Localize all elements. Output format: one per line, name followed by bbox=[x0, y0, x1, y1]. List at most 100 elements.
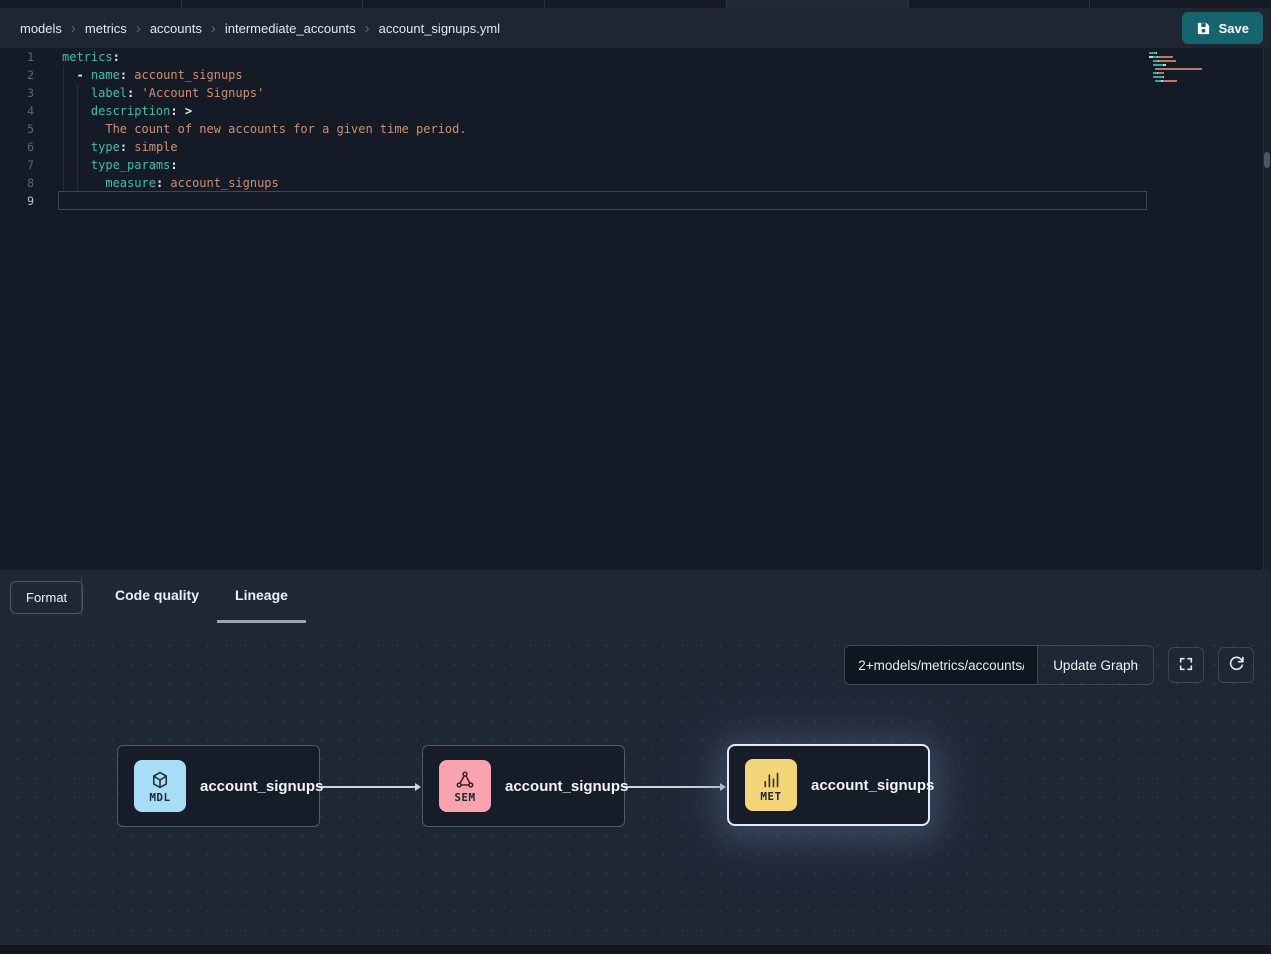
node-title: account_signups bbox=[200, 778, 323, 795]
editor-scrollbar[interactable] bbox=[1263, 48, 1271, 570]
top-tab[interactable] bbox=[363, 0, 544, 8]
chevron-right-icon: › bbox=[136, 21, 141, 36]
breadcrumb-item: models bbox=[20, 21, 62, 36]
top-tab[interactable] bbox=[545, 0, 726, 8]
indent-guide bbox=[63, 66, 64, 192]
top-tab-strip bbox=[0, 0, 1271, 8]
code-segment: : bbox=[120, 140, 134, 154]
breadcrumb: models›metrics›accounts›intermediate_acc… bbox=[20, 21, 500, 36]
indent-guide bbox=[77, 84, 78, 192]
refresh-button[interactable] bbox=[1218, 647, 1254, 683]
chevron-right-icon: › bbox=[365, 21, 370, 36]
node-type-badge: MET bbox=[745, 759, 797, 811]
scrollbar-thumb[interactable] bbox=[1264, 152, 1270, 168]
code-line: 6 type: simple bbox=[0, 138, 1271, 156]
code-segment: : bbox=[170, 104, 184, 118]
save-button[interactable]: Save bbox=[1182, 12, 1263, 44]
code-segment: : bbox=[120, 68, 134, 82]
code-line: 3 label: 'Account Signups' bbox=[0, 84, 1271, 102]
code-segment: type_params bbox=[91, 158, 170, 172]
graph-controls: Update Graph bbox=[844, 645, 1254, 685]
line-number: 3 bbox=[0, 84, 34, 102]
line-number: 1 bbox=[0, 48, 34, 66]
code-line: 5 The count of new accounts for a given … bbox=[0, 120, 1271, 138]
code-segment: description bbox=[91, 104, 170, 118]
lineage-edge bbox=[320, 786, 417, 788]
minimap-line bbox=[1149, 56, 1261, 58]
code-line: 8 measure: account_signups bbox=[0, 174, 1271, 192]
line-number: 9 bbox=[0, 192, 34, 210]
code-segment: account_signups bbox=[134, 68, 242, 82]
code-segment: - bbox=[62, 68, 91, 82]
bottom-panel: Format Code qualityLineage MDL account_si… bbox=[0, 570, 1271, 954]
top-tab[interactable] bbox=[0, 0, 181, 8]
code-text: metrics: bbox=[34, 48, 120, 66]
tab-code-quality[interactable]: Code quality bbox=[97, 570, 217, 623]
lineage-node-mdl[interactable]: MDL account_signups bbox=[117, 745, 320, 827]
lineage-node-sem[interactable]: SEM account_signups bbox=[422, 745, 625, 827]
code-segment: metrics bbox=[62, 50, 113, 64]
node-type-badge: SEM bbox=[439, 760, 491, 812]
lineage-node-met[interactable]: METaccount_signups bbox=[727, 744, 930, 826]
update-graph-button[interactable]: Update Graph bbox=[1037, 646, 1153, 684]
code-segment: : bbox=[170, 158, 177, 172]
tab-lineage[interactable]: Lineage bbox=[217, 570, 306, 623]
code-segment: label bbox=[91, 86, 127, 100]
code-text: The count of new accounts for a given ti… bbox=[34, 120, 467, 138]
minimap-line bbox=[1149, 84, 1261, 86]
save-floppy-icon bbox=[1196, 21, 1211, 36]
minimap-line bbox=[1149, 76, 1261, 78]
minimap-line bbox=[1149, 60, 1261, 62]
breadcrumb-item: accounts bbox=[150, 21, 202, 36]
node-type-label: SEM bbox=[454, 791, 475, 804]
lineage-selector-input[interactable] bbox=[845, 646, 1037, 684]
chevron-right-icon: › bbox=[211, 21, 216, 36]
minimap-line bbox=[1149, 64, 1261, 66]
breadcrumb-item: account_signups.yml bbox=[379, 21, 500, 36]
top-tab[interactable] bbox=[182, 0, 363, 8]
semantic-model-icon bbox=[455, 768, 475, 790]
top-tab[interactable] bbox=[909, 0, 1090, 8]
node-type-label: MET bbox=[760, 790, 781, 803]
node-title: account_signups bbox=[811, 777, 934, 794]
breadcrumb-bar: models›metrics›accounts›intermediate_acc… bbox=[0, 8, 1271, 48]
edge-arrowhead bbox=[415, 783, 421, 791]
code-text: type: simple bbox=[34, 138, 178, 156]
model-cube-icon bbox=[150, 768, 170, 790]
top-tab[interactable] bbox=[1090, 0, 1271, 8]
code-segment: : bbox=[127, 86, 141, 100]
code-segment bbox=[62, 176, 105, 190]
metric-chart-icon bbox=[761, 767, 781, 789]
line-number: 6 bbox=[0, 138, 34, 156]
line-number: 4 bbox=[0, 102, 34, 120]
code-text: measure: account_signups bbox=[34, 174, 279, 192]
chevron-right-icon: › bbox=[71, 21, 76, 36]
code-lines: 1metrics:2 - name: account_signups3 labe… bbox=[0, 48, 1271, 210]
node-type-badge: MDL bbox=[134, 760, 186, 812]
code-segment: The count of new accounts for a given ti… bbox=[105, 122, 466, 136]
minimap-line bbox=[1149, 72, 1261, 74]
line-number: 2 bbox=[0, 66, 34, 84]
code-line: 4 description: > bbox=[0, 102, 1271, 120]
code-line: 2 - name: account_signups bbox=[0, 66, 1271, 84]
active-line-highlight bbox=[58, 191, 1147, 210]
panel-tabs: Code qualityLineage bbox=[97, 570, 306, 623]
code-segment: type bbox=[91, 140, 120, 154]
lineage-edge bbox=[625, 786, 722, 788]
line-number: 7 bbox=[0, 156, 34, 174]
node-title: account_signups bbox=[505, 778, 628, 795]
code-text: type_params: bbox=[34, 156, 178, 174]
fullscreen-button[interactable] bbox=[1168, 647, 1204, 683]
code-line: 7 type_params: bbox=[0, 156, 1271, 174]
editor-minimap[interactable] bbox=[1149, 52, 1261, 88]
code-segment: simple bbox=[134, 140, 177, 154]
format-button[interactable]: Format bbox=[10, 581, 83, 614]
code-segment: measure bbox=[105, 176, 156, 190]
tab-divider bbox=[81, 577, 82, 617]
code-segment: : bbox=[156, 176, 170, 190]
top-tab[interactable] bbox=[727, 0, 908, 8]
selector-group: Update Graph bbox=[844, 645, 1154, 685]
code-segment bbox=[62, 122, 105, 136]
code-editor[interactable]: 1metrics:2 - name: account_signups3 labe… bbox=[0, 48, 1271, 570]
code-line: 1metrics: bbox=[0, 48, 1271, 66]
